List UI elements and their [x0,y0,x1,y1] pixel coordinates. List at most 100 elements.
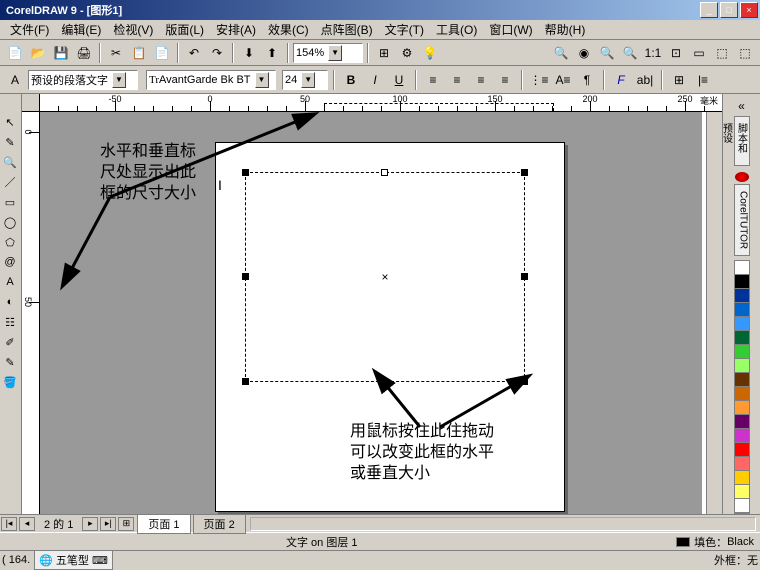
format-text-button[interactable]: F [610,69,632,91]
menu-effects[interactable]: 效果(C) [262,19,315,40]
panel-toggle-button[interactable]: « [731,98,753,114]
color-swatch[interactable] [735,457,749,471]
horizontal-scrollbar[interactable] [250,517,756,531]
align-justify-button[interactable]: ≡ [494,69,516,91]
text-vertical-button[interactable]: |≡ [692,69,714,91]
align-right-button[interactable]: ≡ [470,69,492,91]
color-swatch[interactable] [735,471,749,485]
paste-button[interactable]: 📄 [151,42,173,64]
page-next-button[interactable]: ▸ [82,517,98,531]
color-swatch[interactable] [735,485,749,499]
snap-button[interactable]: ⊞ [373,42,395,64]
menu-bitmaps[interactable]: 点阵图(B) [315,19,379,40]
open-button[interactable]: 📂 [27,42,49,64]
italic-button[interactable]: I [364,69,386,91]
color-swatch[interactable] [735,373,749,387]
shape-tool[interactable]: ✎ [0,132,20,152]
redo-button[interactable]: ↷ [206,42,228,64]
page-tab-2[interactable]: 页面 2 [193,514,246,534]
dropdown-arrow-icon[interactable]: ▼ [301,72,315,88]
color-swatch[interactable] [735,261,749,275]
zoom-width-button[interactable]: ⬚ [711,42,733,64]
bulb-button[interactable]: 💡 [419,42,441,64]
bold-button[interactable]: B [340,69,362,91]
spiral-tool[interactable]: @ [0,252,20,272]
zoom-page-button[interactable]: ▭ [688,42,710,64]
zoom-in-button[interactable]: 🔍 [596,42,618,64]
zoom-fit-button[interactable]: ⊡ [665,42,687,64]
color-swatch[interactable] [735,443,749,457]
undo-button[interactable]: ↶ [183,42,205,64]
app-launcher-button[interactable]: 🔍 [550,42,572,64]
color-swatch[interactable] [735,499,749,513]
save-button[interactable]: 💾 [50,42,72,64]
ellipse-tool[interactable]: ◯ [0,212,20,232]
maximize-button[interactable]: □ [720,2,738,18]
freehand-tool[interactable]: ／ [0,172,20,192]
outline-tool[interactable]: ✎ [0,352,20,372]
new-button[interactable]: 📄 [4,42,26,64]
ruler-origin[interactable] [22,94,40,112]
menu-view[interactable]: 检视(V) [107,19,159,40]
print-button[interactable]: 🖨 [73,42,95,64]
copy-button[interactable]: 📋 [128,42,150,64]
color-swatch[interactable] [735,303,749,317]
close-button[interactable]: × [740,2,758,18]
vertical-scrollbar[interactable] [706,112,722,514]
color-swatch[interactable] [735,317,749,331]
interactive-transparency-tool[interactable]: ☷ [0,312,20,332]
text-tool[interactable]: A [0,272,20,292]
ime-indicator[interactable]: 🌐 五笔型 ⌨ [34,550,113,570]
dropcap-button[interactable]: A≡ [552,69,574,91]
canvas[interactable]: × I 水平和垂直标 尺处显示出此 框的尺寸大小 用鼠标按住此住拖动 可以改变此… [40,112,702,514]
page-first-button[interactable]: |◂ [1,517,17,531]
menu-tools[interactable]: 工具(O) [430,19,483,40]
fontsize-combo[interactable]: 24 ▼ [282,70,328,90]
color-swatch[interactable] [735,387,749,401]
align-center-button[interactable]: ≡ [446,69,468,91]
color-swatch[interactable] [735,359,749,373]
resize-handle-sw[interactable] [242,378,249,385]
zoom-tool[interactable]: 🔍 [0,152,20,172]
polygon-tool[interactable]: ⬠ [0,232,20,252]
menu-arrange[interactable]: 安排(A) [210,19,262,40]
font-combo[interactable]: Tr AvantGarde Bk BT ▼ [146,70,276,90]
resize-handle-ne[interactable] [521,169,528,176]
interactive-fill-tool[interactable]: ◐ [0,292,20,312]
vertical-ruler[interactable]: 050 [22,112,40,514]
zoom-out-button[interactable]: 🔍 [619,42,641,64]
zoom-combo[interactable]: 154% ▼ [293,43,363,63]
options-button[interactable]: ⚙ [396,42,418,64]
edit-text-button[interactable]: ab| [634,69,656,91]
zoom-height-button[interactable]: ⬚ [734,42,756,64]
color-swatch[interactable] [735,429,749,443]
color-swatch[interactable] [735,401,749,415]
indent-button[interactable]: ¶ [576,69,598,91]
color-swatch[interactable] [735,415,749,429]
menu-layout[interactable]: 版面(L) [159,19,210,40]
color-swatch[interactable] [735,345,749,359]
fill-tool[interactable]: 🪣 [0,372,20,392]
resize-handle-e[interactable] [521,273,528,280]
menu-text[interactable]: 文字(T) [379,19,430,40]
page-tab-1[interactable]: 页面 1 [137,514,190,534]
docker-tab-tutor[interactable]: CorelTUTOR [734,184,750,256]
text-preset-combo[interactable]: 预设的段落文字 ▼ [28,70,138,90]
zoom-actual-button[interactable]: 1:1 [642,42,664,64]
docker-tab-scripts[interactable]: 脚本和预设 [734,116,750,166]
page-prev-button[interactable]: ◂ [19,517,35,531]
align-left-button[interactable]: ≡ [422,69,444,91]
color-swatch[interactable] [735,289,749,303]
menu-window[interactable]: 窗口(W) [483,19,538,40]
underline-button[interactable]: U [388,69,410,91]
nonprinting-button[interactable]: ⊞ [668,69,690,91]
pick-tool[interactable]: ↖ [0,112,20,132]
color-swatch[interactable] [735,331,749,345]
dropdown-arrow-icon[interactable]: ▼ [255,72,269,88]
corel-button[interactable]: ◉ [573,42,595,64]
dropdown-arrow-icon[interactable]: ▼ [328,45,342,61]
page-last-button[interactable]: ▸| [100,517,116,531]
import-button[interactable]: ⬇ [238,42,260,64]
color-swatch[interactable] [735,275,749,289]
rectangle-tool[interactable]: ▭ [0,192,20,212]
